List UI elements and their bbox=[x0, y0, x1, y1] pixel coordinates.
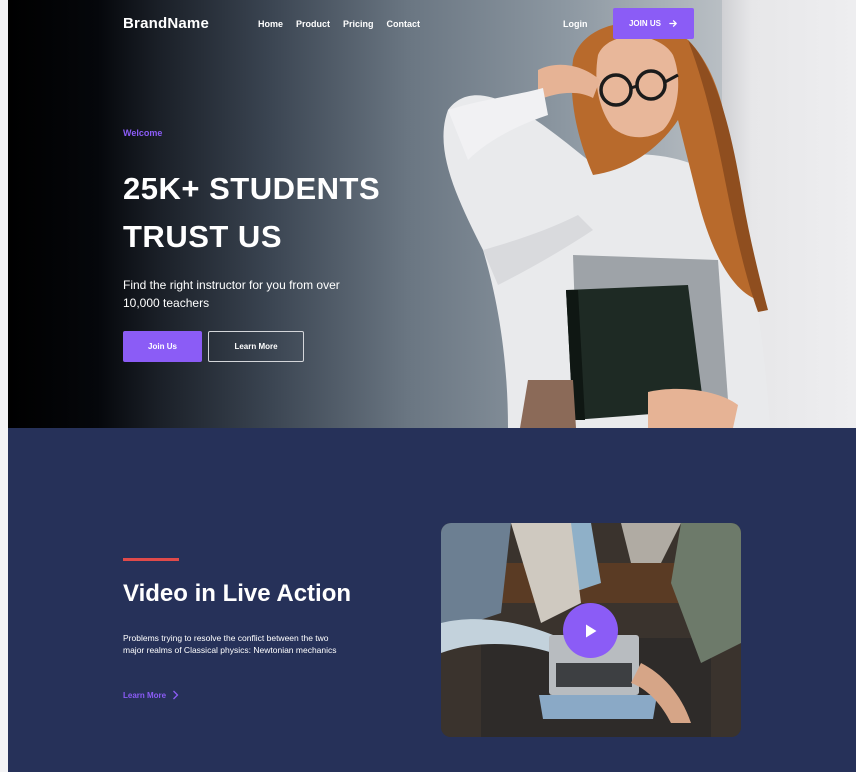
hero-description: Find the right instructor for you from o… bbox=[123, 278, 340, 310]
login-link[interactable]: Login bbox=[563, 19, 588, 29]
hero-section: BrandName Home Product Pricing Contact L… bbox=[8, 0, 856, 428]
page: BrandName Home Product Pricing Contact L… bbox=[8, 0, 856, 772]
video-player[interactable] bbox=[441, 523, 741, 737]
play-button[interactable] bbox=[563, 603, 618, 658]
nav-link-home[interactable]: Home bbox=[258, 19, 283, 29]
hero-eyebrow: Welcome bbox=[123, 128, 163, 138]
hero-title-line-1: 25K+ STUDENTS bbox=[123, 171, 381, 206]
section-accent-bar bbox=[123, 558, 179, 561]
video-learn-more-label: Learn More bbox=[123, 690, 167, 700]
join-us-nav-button[interactable]: JOIN US bbox=[613, 8, 694, 39]
nav-link-product[interactable]: Product bbox=[296, 19, 330, 29]
join-us-button[interactable]: Join Us bbox=[123, 331, 202, 362]
arrow-right-icon bbox=[669, 20, 677, 27]
nav-link-pricing[interactable]: Pricing bbox=[343, 19, 374, 29]
chevron-right-icon bbox=[173, 690, 179, 700]
video-learn-more-link[interactable]: Learn More bbox=[123, 690, 179, 700]
brand-logo[interactable]: BrandName bbox=[123, 15, 209, 32]
main-nav: Home Product Pricing Contact bbox=[258, 19, 420, 29]
video-section-title: Video in Live Action bbox=[123, 580, 352, 607]
hero-student-photo bbox=[443, 22, 770, 428]
video-section: Video in Live Action Problems trying to … bbox=[8, 428, 856, 772]
hero-title-line-2: TRUST US bbox=[123, 219, 282, 254]
nav-link-contact[interactable]: Contact bbox=[387, 19, 421, 29]
video-section-description: Problems trying to resolve the conflict … bbox=[123, 633, 337, 655]
play-icon bbox=[585, 624, 596, 637]
learn-more-button[interactable]: Learn More bbox=[208, 331, 304, 362]
hero-title: 25K+ STUDENTS TRUST US bbox=[123, 165, 380, 261]
join-us-nav-label: JOIN US bbox=[628, 19, 661, 28]
